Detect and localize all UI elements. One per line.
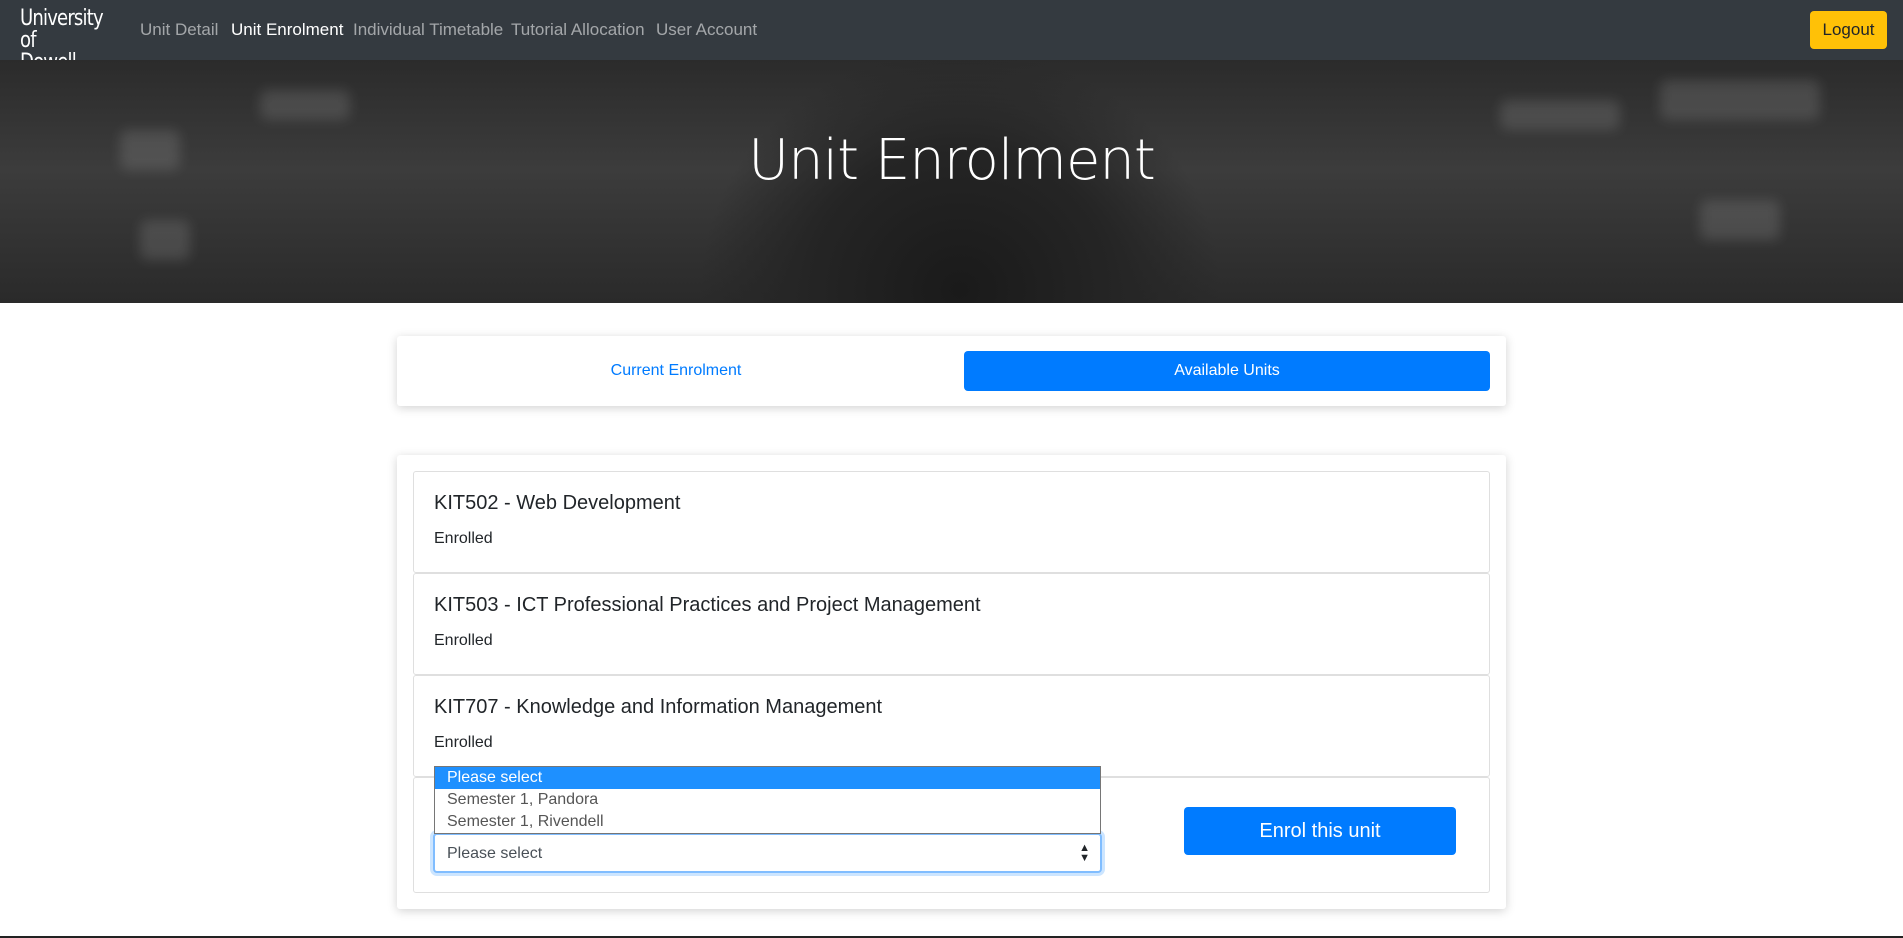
- unit-title: KIT503 - ICT Professional Practices and …: [434, 594, 981, 616]
- hero-bokeh: [140, 220, 190, 260]
- logout-button[interactable]: Logout: [1810, 11, 1887, 49]
- page-title: Unit Enrolment: [748, 128, 1156, 193]
- top-navbar: University of Dowell Unit Detail Unit En…: [0, 0, 1903, 74]
- select-dropdown-list: Please select Semester 1, Pandora Semest…: [434, 766, 1101, 834]
- unit-card: KIT502 - Web Development Enrolled: [413, 471, 1490, 573]
- enrol-unit-button[interactable]: Enrol this unit: [1184, 807, 1456, 855]
- nav-unit-enrolment[interactable]: Unit Enrolment: [231, 20, 343, 40]
- hero-bokeh: [1500, 100, 1620, 130]
- select-value: Please select: [447, 845, 543, 862]
- select-arrows-icon: ▲ ▼: [1079, 842, 1090, 864]
- nav-tutorial-allocation[interactable]: Tutorial Allocation: [511, 20, 645, 40]
- unit-status: Enrolled: [434, 530, 493, 547]
- tab-current-enrolment[interactable]: Current Enrolment: [413, 351, 939, 391]
- unit-title: KIT502 - Web Development: [434, 492, 681, 514]
- unit-status: Enrolled: [434, 632, 493, 649]
- logo-line-1: University: [20, 6, 104, 31]
- hero-banner: Unit Enrolment: [0, 60, 1903, 303]
- unit-status: Enrolled: [434, 734, 493, 751]
- hero-bokeh: [1660, 80, 1820, 120]
- unit-title: KIT707 - Knowledge and Information Manag…: [434, 696, 883, 718]
- unit-card: KIT503 - ICT Professional Practices and …: [413, 573, 1490, 675]
- select-option[interactable]: Semester 1, Pandora: [435, 789, 1100, 811]
- nav-individual-timetable[interactable]: Individual Timetable: [353, 20, 503, 40]
- nav-unit-detail[interactable]: Unit Detail: [140, 20, 218, 40]
- hero-bokeh: [260, 90, 350, 120]
- select-option[interactable]: Semester 1, Rivendell: [435, 811, 1100, 833]
- semester-campus-select[interactable]: Please select ▲ ▼: [433, 833, 1102, 873]
- select-option[interactable]: Please select: [435, 767, 1100, 789]
- enrolment-tabs: Current Enrolment Available Units: [397, 336, 1506, 406]
- unit-card: KIT707 - Knowledge and Information Manag…: [413, 675, 1490, 777]
- tab-available-units[interactable]: Available Units: [964, 351, 1490, 391]
- hero-bokeh: [1700, 200, 1780, 240]
- nav-user-account[interactable]: User Account: [656, 20, 757, 40]
